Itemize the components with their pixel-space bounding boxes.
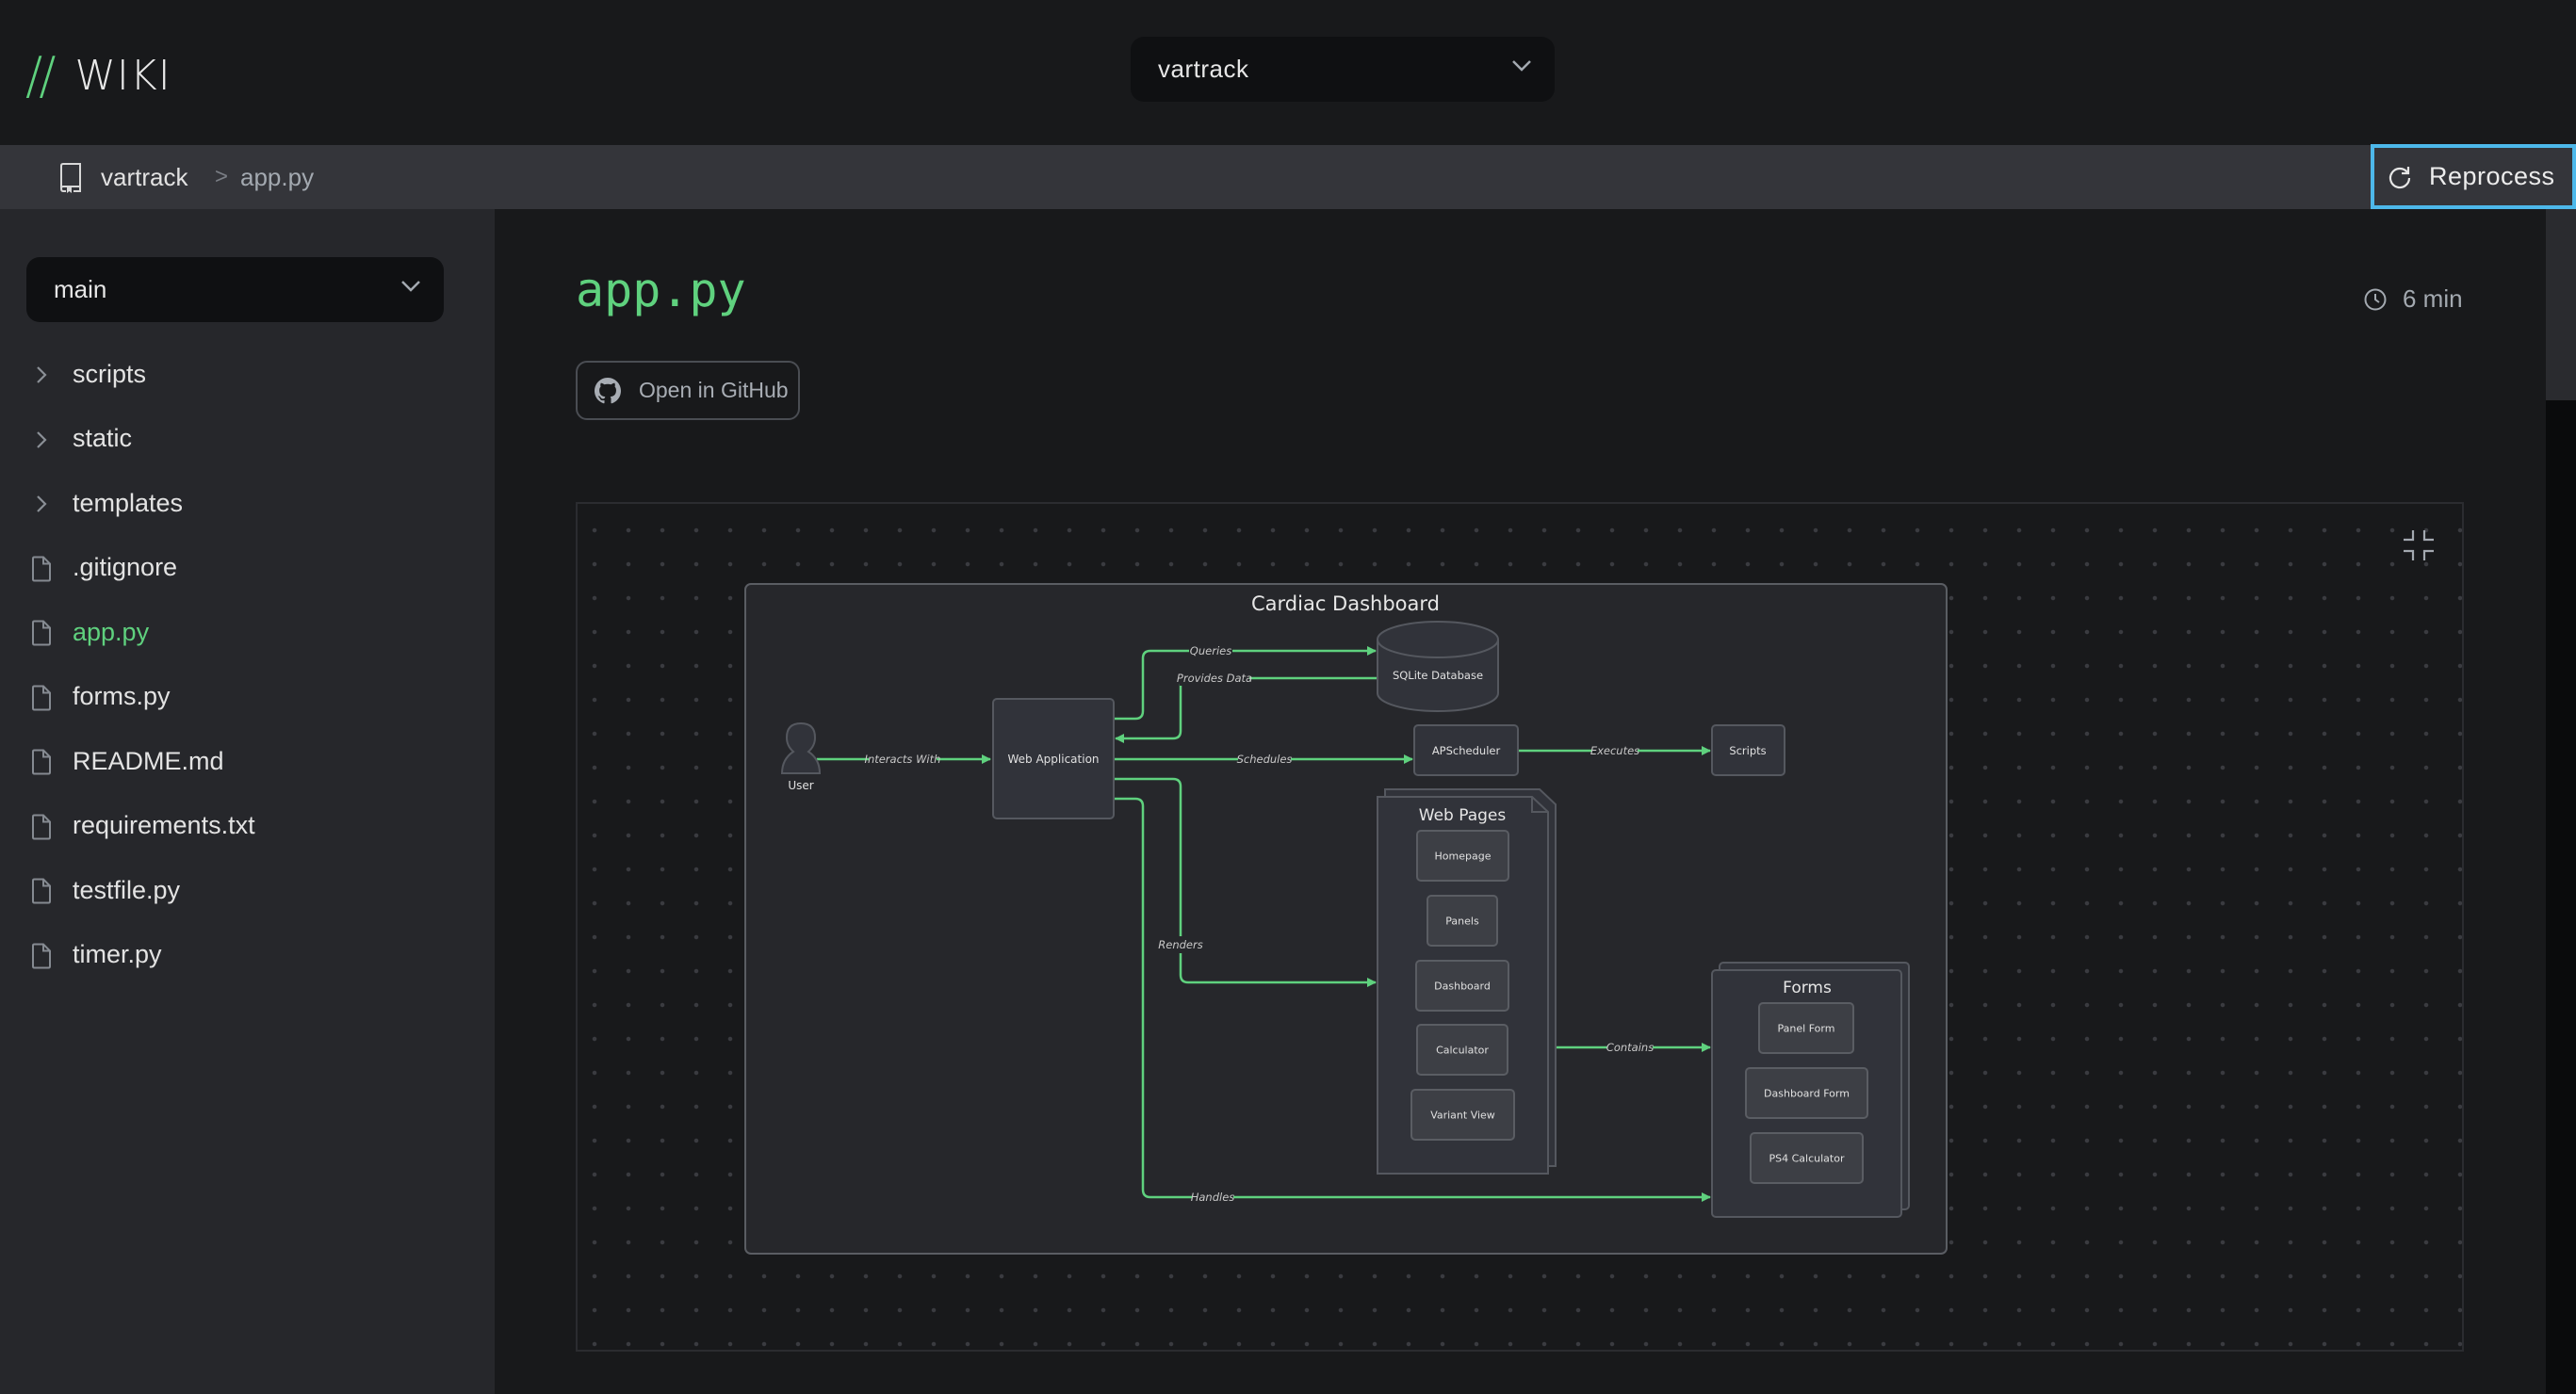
folder-item[interactable]: scripts [0, 346, 495, 402]
open-in-github-button[interactable]: Open in GitHub [576, 361, 800, 420]
file-item[interactable]: .gitignore [0, 540, 495, 596]
read-time-value: 6 min [2403, 284, 2463, 313]
breadcrumb-separator: > [215, 164, 229, 189]
file-icon [32, 814, 51, 839]
scrollbar-thumb[interactable] [2546, 209, 2576, 400]
tree-item-label: timer.py [73, 940, 162, 968]
file-icon [32, 620, 51, 646]
branch-select-value: main [54, 275, 107, 303]
breadcrumb-repo[interactable]: vartrack [101, 145, 187, 209]
tree-item-label: README.md [73, 746, 224, 775]
read-time: 6 min [2363, 284, 2463, 314]
file-icon [32, 556, 51, 581]
diagram-canvas[interactable] [576, 502, 2464, 1352]
logo-text: WIKI [74, 52, 171, 100]
github-icon [595, 377, 621, 403]
clock-icon [2364, 288, 2387, 310]
reprocess-label: Reprocess [2429, 162, 2555, 190]
file-item[interactable]: requirements.txt [0, 798, 495, 854]
file-icon [32, 943, 51, 968]
tree-item-label: app.py [73, 617, 150, 646]
repo-select-value: vartrack [1158, 55, 1249, 83]
tree-item-label: static [73, 424, 133, 452]
repo-select[interactable]: vartrack [1131, 37, 1555, 102]
breadcrumb-bar: vartrack > app.py [0, 145, 2576, 209]
file-item[interactable]: forms.py [0, 669, 495, 725]
file-icon [32, 749, 51, 775]
chevron-down-icon [401, 281, 420, 292]
refresh-icon [2389, 166, 2411, 188]
tree-item-label: templates [73, 488, 184, 517]
chevron-right-icon [37, 430, 47, 448]
file-item[interactable]: testfile.py [0, 862, 495, 918]
chevron-right-icon [37, 366, 47, 383]
file-item[interactable]: README.md [0, 733, 495, 789]
collapse-icon[interactable] [2402, 528, 2436, 562]
tree-item-label: forms.py [73, 682, 171, 710]
top-header: // WIKI vartrack [0, 0, 2576, 145]
branch-select[interactable]: main [26, 257, 444, 322]
tree-item-label: testfile.py [73, 875, 181, 904]
file-item[interactable]: timer.py [0, 927, 495, 983]
file-icon [32, 878, 51, 904]
logo[interactable]: // WIKI [25, 51, 171, 102]
folder-item[interactable]: templates [0, 475, 495, 531]
vertical-scrollbar[interactable] [2546, 209, 2576, 1394]
file-item[interactable]: app.py [0, 604, 495, 660]
tree-item-label: scripts [73, 359, 147, 388]
page-title: app.py [576, 263, 746, 317]
logo-mark: // [25, 46, 56, 105]
open-in-github-label: Open in GitHub [639, 378, 789, 402]
sidebar: main scripts static templates .gitignore app… [0, 209, 495, 1394]
folder-item[interactable]: static [0, 411, 495, 467]
chevron-down-icon [1512, 60, 1531, 72]
file-icon [32, 685, 51, 710]
chevron-right-icon [37, 495, 47, 512]
reprocess-button[interactable]: Reprocess [2371, 144, 2576, 209]
breadcrumb-file: app.py [240, 162, 315, 191]
tree-item-label: requirements.txt [73, 811, 255, 839]
book-icon [59, 163, 81, 193]
tree-item-label: .gitignore [73, 553, 178, 581]
